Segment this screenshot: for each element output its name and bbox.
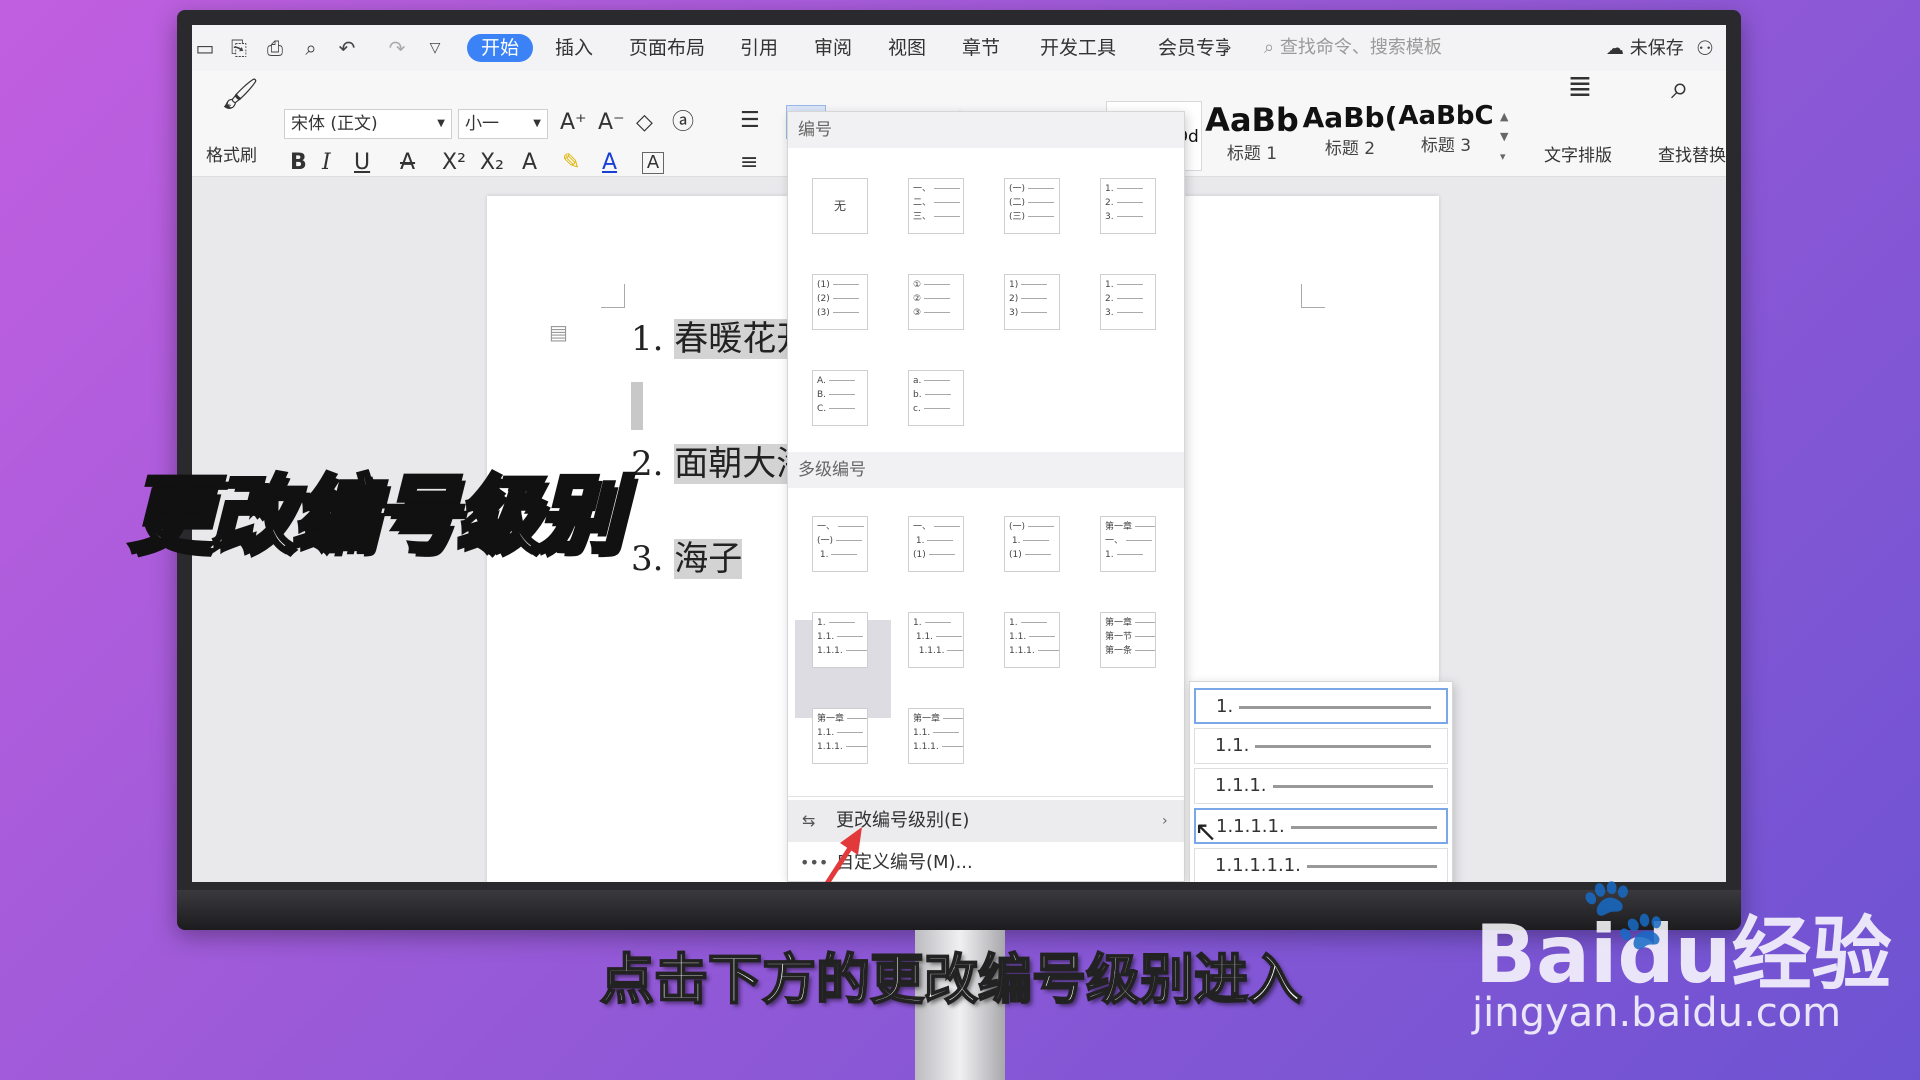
- font-name-select[interactable]: 宋体 (正文) ▼: [284, 109, 452, 139]
- numbering-upper-alpha[interactable]: A. B. C.: [812, 370, 868, 426]
- submenu-arrow-icon: ›: [1162, 813, 1168, 829]
- save-icon[interactable]: ▭: [192, 35, 218, 61]
- list-item[interactable]: 2. 面朝大海: [631, 436, 811, 485]
- cloud-icon: ☁: [1606, 38, 1624, 59]
- numbering-chinese[interactable]: 一、 二、 三、: [908, 178, 964, 234]
- tab-chapter[interactable]: 章节: [962, 34, 1000, 62]
- numbering-none[interactable]: 无: [812, 178, 868, 234]
- multilevel-decimal-heading[interactable]: 1. 1.1. 1.1.1.: [1004, 612, 1060, 668]
- multilevel-decimal[interactable]: 1. 1.1. 1.1.1.: [812, 612, 868, 668]
- customize-chevron-icon[interactable]: ▽: [422, 35, 448, 61]
- numbering-circled[interactable]: ①②③: [908, 274, 964, 330]
- multilevel-chapter-decimal[interactable]: 第一章 1.1. 1.1.1.: [812, 708, 868, 764]
- caption-title: 更改编号级别: [126, 464, 624, 566]
- underline-icon[interactable]: U: [354, 147, 370, 179]
- list-item[interactable]: 3. 海子: [631, 531, 743, 580]
- text-layout-label[interactable]: 文字排版: [1544, 141, 1612, 166]
- level-3-item[interactable]: 1.1.1.: [1194, 768, 1448, 804]
- numbering-arabic-paren[interactable]: (1) (2) (3): [812, 274, 868, 330]
- list-item[interactable]: 1. 春暖花开: [631, 311, 811, 360]
- print-icon[interactable]: ⎙: [262, 35, 288, 61]
- redo-icon[interactable]: ↷: [384, 35, 410, 61]
- level-4-item[interactable]: 1.1.1.1.: [1194, 808, 1448, 844]
- user-icon[interactable]: ⚇: [1692, 35, 1718, 61]
- search-placeholder: 查找命令、搜索模板: [1279, 37, 1442, 58]
- subscript-icon[interactable]: X₂: [480, 147, 504, 179]
- multilevel-decimal-indent[interactable]: 1. 1.1. 1.1.1.: [908, 612, 964, 668]
- tab-bar: ▭ ⎘ ⎙ ⌕ ↶ ↷ ▽ 开始 插入 页面布局 引用 审阅 视图 章节 开发工…: [192, 25, 1726, 71]
- multilevel-chinese-paren[interactable]: (一) 1. (1): [1004, 516, 1060, 572]
- find-replace-label[interactable]: 查找替换: [1658, 141, 1726, 166]
- watermark-url: jingyan.baidu.com: [1472, 990, 1842, 1036]
- tab-view[interactable]: 视图: [888, 34, 926, 62]
- style-heading-1[interactable]: AaBb 标题 1: [1204, 101, 1300, 171]
- multilevel-heading-chinese[interactable]: 一、 (一) 1.: [812, 516, 868, 572]
- mouse-cursor-icon: ↖: [1194, 815, 1218, 848]
- style-heading-3[interactable]: AaBbC 标题 3: [1398, 101, 1494, 171]
- text-effect-icon[interactable]: A: [522, 147, 537, 179]
- bullet-list-icon[interactable]: ☰: [740, 105, 760, 137]
- tab-scroll-right-icon[interactable]: ›: [1226, 34, 1232, 62]
- paragraph-handle-icon[interactable]: ▤: [549, 320, 568, 344]
- font-size-select[interactable]: 小一 ▼: [458, 109, 548, 139]
- subtitle: 点击下方的更改编号级别进入: [599, 947, 1303, 1012]
- search-icon: ⌕: [1264, 37, 1275, 58]
- watermark-brand: Baidu经验: [1475, 908, 1892, 1001]
- level-1-item[interactable]: 1.: [1194, 688, 1448, 724]
- save-status[interactable]: ☁ 未保存: [1606, 35, 1684, 63]
- tab-page-layout[interactable]: 页面布局: [629, 34, 705, 62]
- italic-icon[interactable]: I: [322, 147, 331, 179]
- tab-developer[interactable]: 开发工具: [1040, 34, 1116, 62]
- highlight-icon[interactable]: ✎: [562, 147, 580, 179]
- superscript-icon[interactable]: X²: [442, 147, 466, 179]
- undo-icon[interactable]: ↶: [334, 35, 360, 61]
- clear-format-icon[interactable]: ◇: [636, 107, 653, 139]
- margin-mark-right: [1301, 284, 1325, 308]
- empty-line-selection: [631, 382, 643, 430]
- command-search[interactable]: ⌕ 查找命令、搜索模板: [1264, 33, 1442, 63]
- export-icon[interactable]: ⎘: [226, 35, 252, 61]
- divider: [788, 796, 1184, 797]
- style-heading-2[interactable]: AaBb( 标题 2: [1302, 101, 1398, 171]
- multilevel-chapter[interactable]: 第一章 一、 1.: [1100, 516, 1156, 572]
- paw-logo-icon: 🐾: [1580, 872, 1668, 954]
- font-color-icon[interactable]: A: [602, 147, 617, 179]
- find-replace-icon[interactable]: ⌕: [1650, 71, 1710, 103]
- tab-review[interactable]: 审阅: [814, 34, 852, 62]
- margin-mark-left: [601, 284, 625, 308]
- multilevel-header: 多级编号: [788, 452, 1184, 488]
- phonetic-icon[interactable]: ⓐ: [672, 107, 694, 139]
- char-border-icon[interactable]: A: [642, 152, 664, 174]
- numbering-arabic-dot[interactable]: 1. 2. 3.: [1100, 178, 1156, 234]
- level-5-item[interactable]: 1.1.1.1.1.: [1194, 848, 1448, 882]
- red-arrow-icon: [824, 827, 862, 882]
- multilevel-chapter-heading[interactable]: 第一章 1.1. 1.1.1.: [908, 708, 964, 764]
- multilevel-chapter-section[interactable]: 第一章 第一节 第一条: [1100, 612, 1156, 668]
- align-left-icon[interactable]: ≡: [740, 147, 758, 179]
- numbering-chinese-paren[interactable]: (一) (二) (三): [1004, 178, 1060, 234]
- grow-font-icon[interactable]: A⁺: [560, 107, 587, 139]
- tab-home[interactable]: 开始: [467, 34, 534, 62]
- numbering-header: 编号: [788, 112, 1184, 148]
- numbering-lower-alpha[interactable]: a. b. c.: [908, 370, 964, 426]
- brush-icon[interactable]: 🖌: [212, 79, 268, 111]
- bold-icon[interactable]: B: [290, 147, 307, 179]
- tab-member[interactable]: 会员专享: [1158, 34, 1228, 62]
- strikethrough-icon[interactable]: A: [400, 147, 415, 179]
- tab-references[interactable]: 引用: [740, 34, 778, 62]
- format-painter-label[interactable]: 格式刷: [206, 141, 257, 166]
- preview-icon[interactable]: ⌕: [298, 35, 324, 61]
- numbering-arabic-dot-2[interactable]: 1. 2. 3.: [1100, 274, 1156, 330]
- style-scroll-icon[interactable]: ▲ ▼ ▾: [1500, 107, 1508, 167]
- shrink-font-icon[interactable]: A⁻: [598, 107, 625, 139]
- tab-insert[interactable]: 插入: [555, 34, 593, 62]
- numbering-dropdown: 编号 无 一、 二、 三、 (一) (二) (三) 1. 2. 3. (1) (2) (3) ①…: [787, 111, 1185, 882]
- text-layout-icon[interactable]: ≣: [1540, 71, 1620, 103]
- numbering-arabic-halfparen[interactable]: 1) 2) 3): [1004, 274, 1060, 330]
- level-2-item[interactable]: 1.1.: [1194, 728, 1448, 764]
- change-level-submenu: 1. 1.1. 1.1.1. 1.1.1.1. 1.1.1.1.1.: [1189, 681, 1453, 882]
- multilevel-chinese[interactable]: 一、 1. (1): [908, 516, 964, 572]
